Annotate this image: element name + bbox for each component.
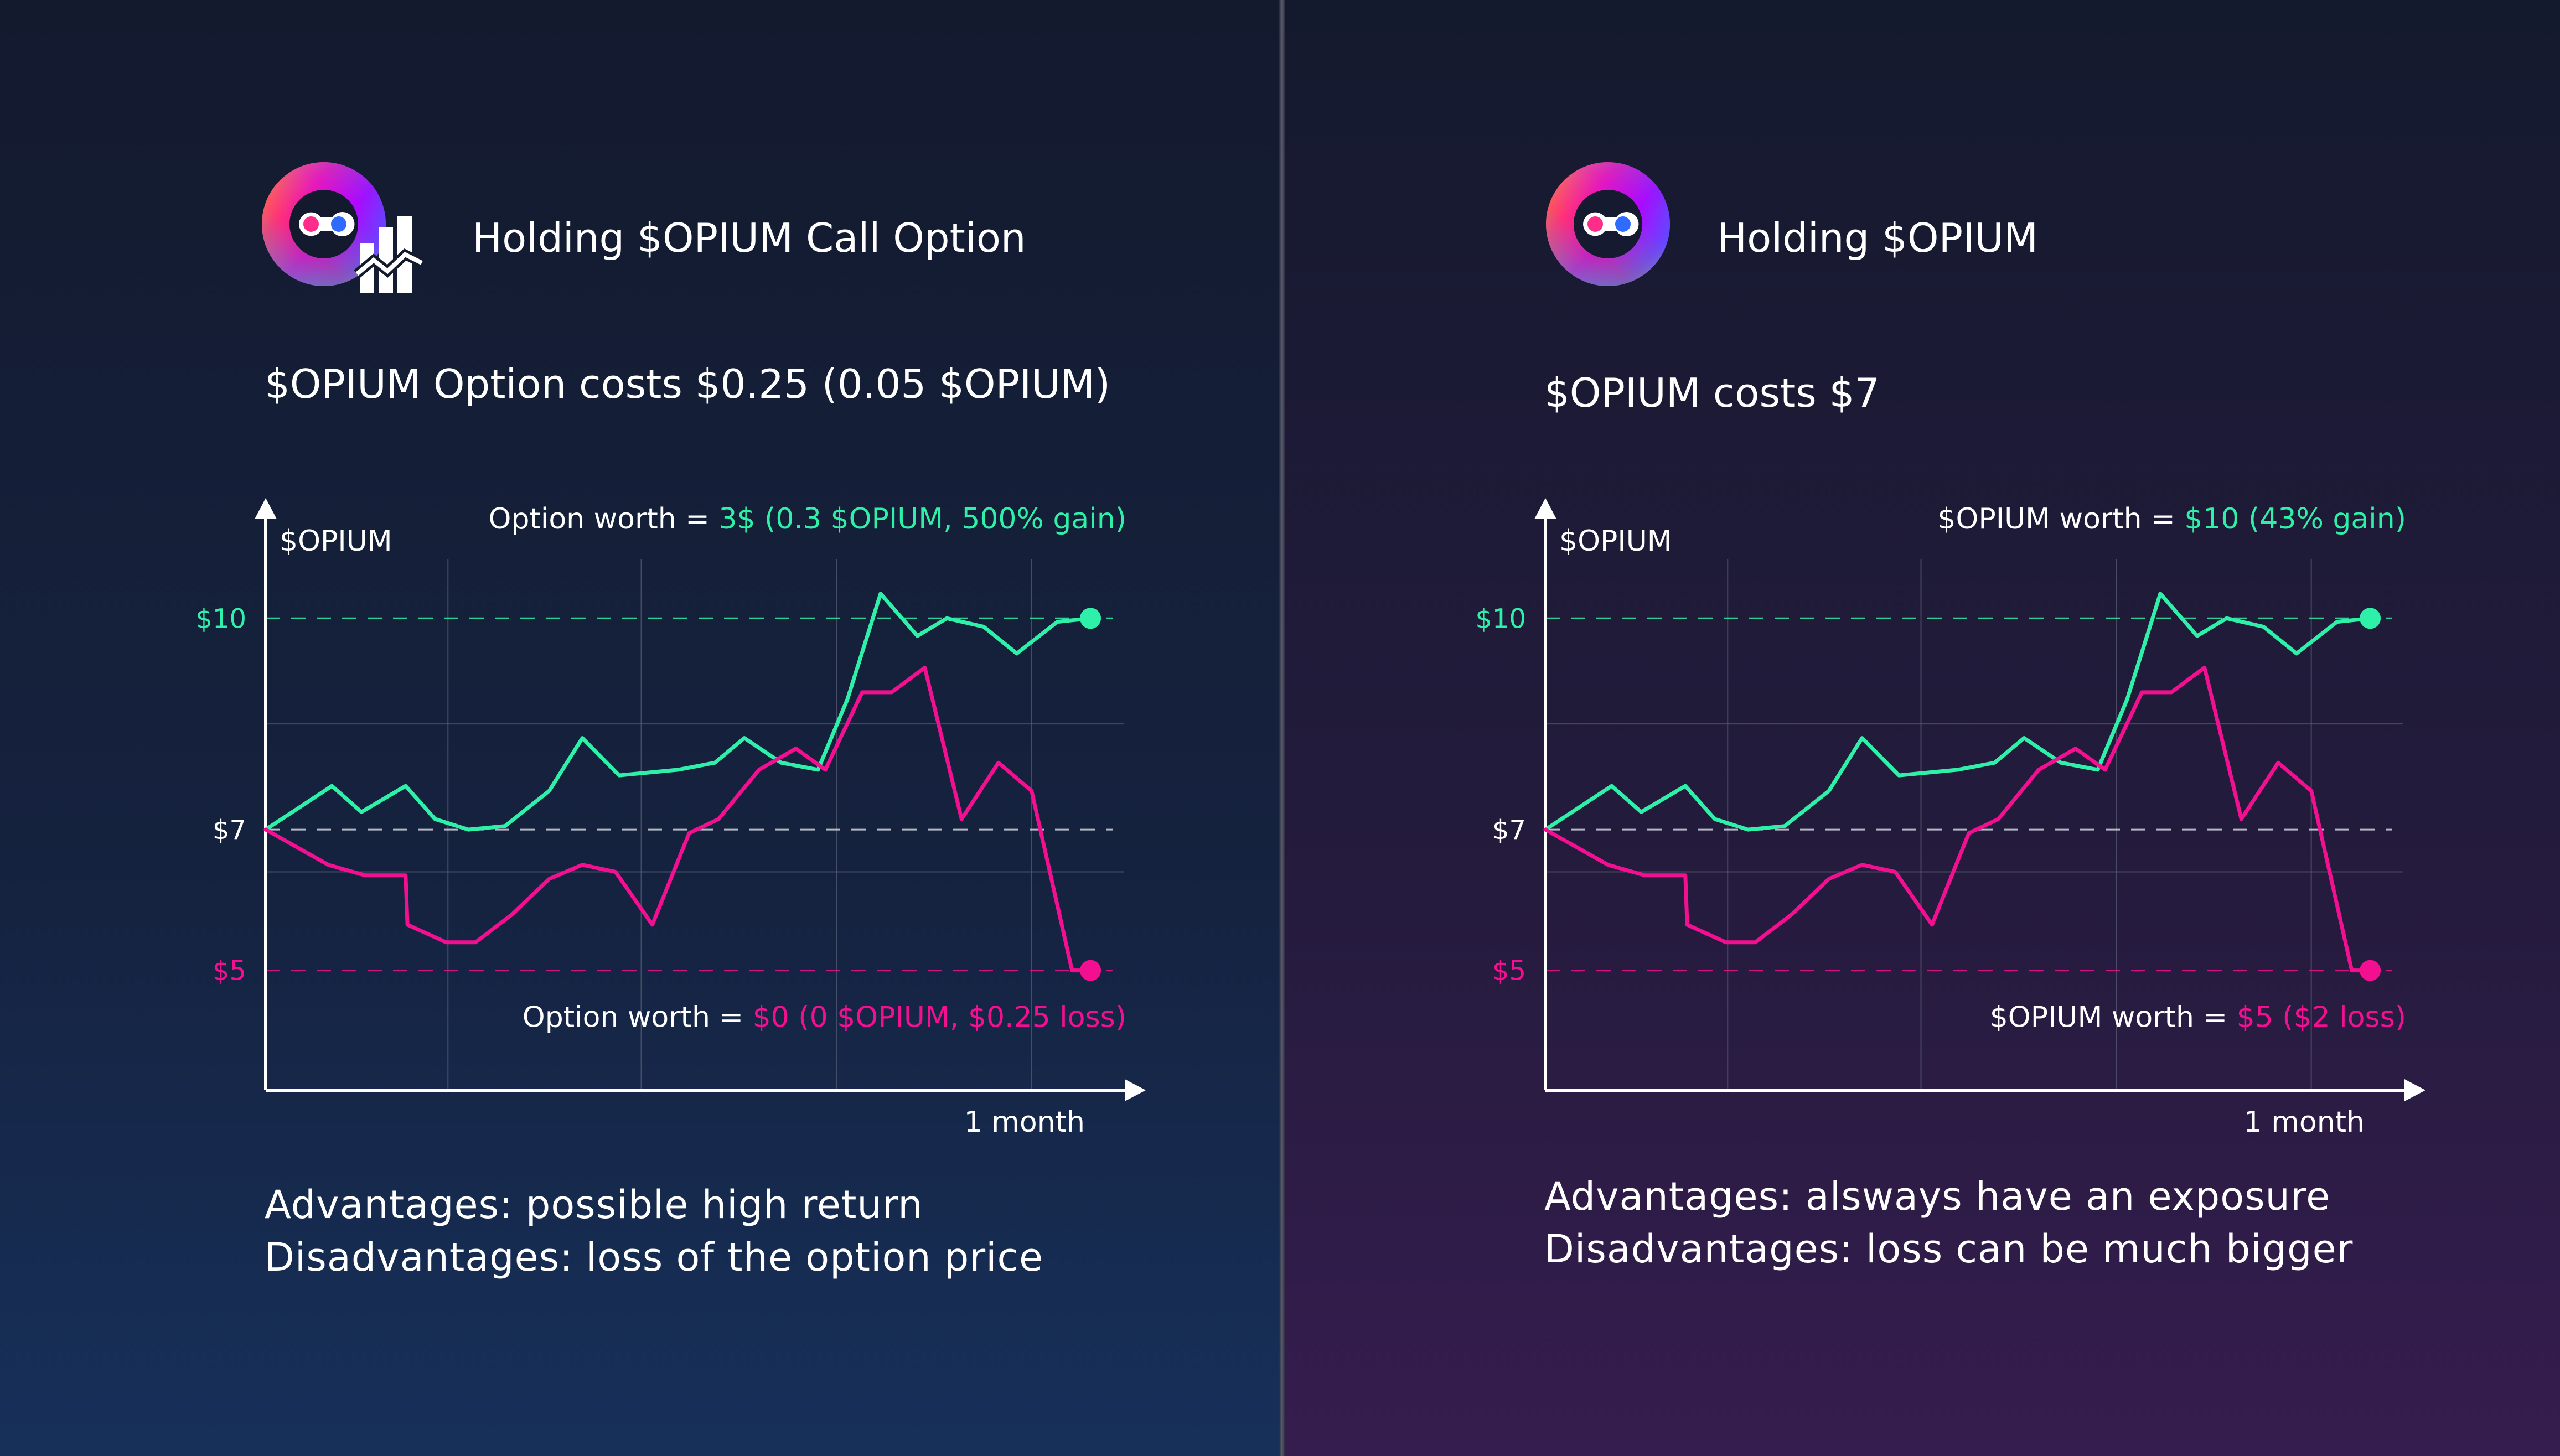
advantages-text: Advantages: possible high return	[265, 1182, 923, 1227]
x-axis-arrow	[1125, 1079, 1146, 1101]
panel-call-option: Holding $OPIUM Call Option $OPIUM Option…	[0, 0, 1279, 1456]
y-axis-arrow	[255, 498, 277, 519]
annotation-bottom: Option worth = $0 (0 $OPIUM, $0.25 loss)	[523, 1001, 1126, 1034]
series-line-down	[263, 665, 1093, 973]
y-tick-label: $10	[1475, 603, 1526, 634]
opium-logo-icon	[1546, 162, 1670, 286]
panel-holding: Holding $OPIUM $OPIUM costs $7 $10 $7 $5 $O…	[1285, 0, 2560, 1456]
y-tick-label: $7	[213, 815, 246, 846]
series-line-up	[263, 592, 1093, 832]
y-axis-label: $OPIUM	[280, 525, 392, 558]
panel-title: Holding $OPIUM	[1717, 215, 2039, 261]
x-axis-label: 1 month	[964, 1106, 1085, 1139]
panel-subtitle: $OPIUM Option costs $0.25 (0.05 $OPIUM)	[265, 361, 1111, 407]
end-point-up	[1080, 608, 1101, 629]
disadvantages-text: Disadvantages: loss of the option price	[265, 1235, 1044, 1280]
disadvantages-text: Disadvantages: loss can be much bigger	[1544, 1226, 2354, 1272]
annotation-top: Option worth = 3$ (0.3 $OPIUM, 500% gain…	[489, 502, 1126, 536]
end-point-down	[2360, 960, 2381, 981]
series-line-down	[1543, 665, 2372, 973]
panel-subtitle: $OPIUM costs $7	[1544, 370, 1880, 416]
x-axis-label: 1 month	[2244, 1106, 2365, 1139]
y-tick-label: $10	[195, 603, 246, 634]
end-point-down	[1080, 960, 1101, 981]
y-tick-label: $5	[213, 956, 246, 987]
y-axis-label: $OPIUM	[1559, 525, 1672, 558]
x-axis-arrow	[2404, 1079, 2425, 1101]
chart-holding: $10 $7 $5 $OPIUM 1 month $OPIUM worth = $10 (…	[1475, 498, 2425, 1139]
advantages-text: Advantages: alsways have an exposure	[1544, 1174, 2331, 1219]
plot-area: $10 $7 $5 $OPIUM 1 month Option worth = 3$ (0…	[195, 498, 1146, 1139]
panel-divider	[1279, 0, 1285, 1456]
plot-area: $10 $7 $5 $OPIUM 1 month $OPIUM worth = $10 (…	[1475, 498, 2425, 1139]
annotation-bottom: $OPIUM worth = $5 ($2 loss)	[1990, 1001, 2406, 1034]
chart-option: $10 $7 $5 $OPIUM 1 month Option worth = 3$ (0…	[195, 498, 1146, 1139]
y-axis-arrow	[1534, 498, 1556, 519]
end-point-up	[2360, 608, 2381, 629]
annotation-top: $OPIUM worth = $10 (43% gain)	[1937, 502, 2406, 536]
y-tick-label: $5	[1492, 956, 1526, 987]
y-tick-label: $7	[1492, 815, 1526, 846]
opium-option-logo-icon	[262, 162, 425, 293]
panel-title: Holding $OPIUM Call Option	[472, 215, 1026, 261]
series-line-up	[1543, 592, 2372, 832]
